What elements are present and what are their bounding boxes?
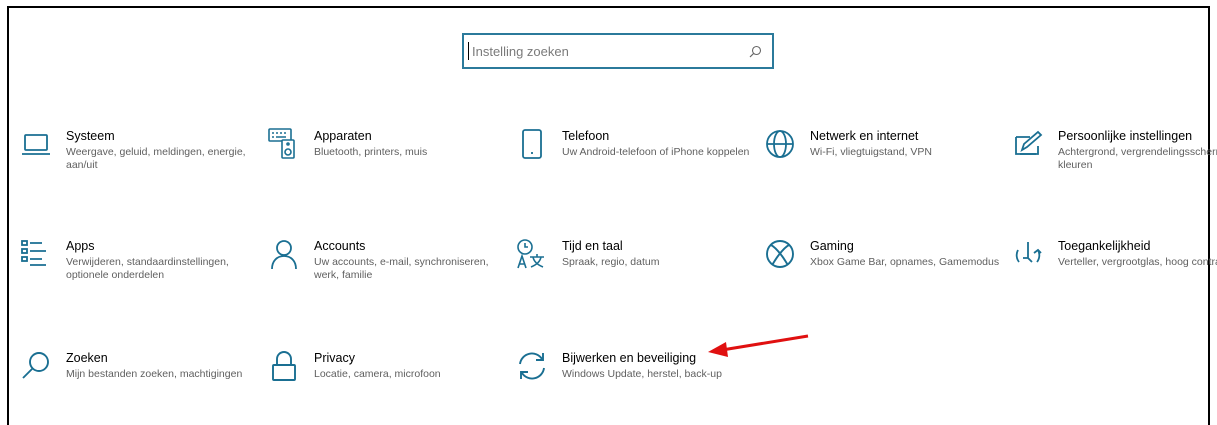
tile-title: Zoeken xyxy=(66,351,108,365)
tile-description: Locatie, camera, microfoon xyxy=(314,368,441,380)
update-sync-icon xyxy=(516,350,550,384)
tile-description: Achtergrond, vergrendelingsscherm, kleur… xyxy=(1058,146,1217,171)
tile-title: Systeem xyxy=(66,129,115,143)
search-icon[interactable] xyxy=(748,44,762,58)
tile-title: Accounts xyxy=(314,239,366,253)
tile-description: Wi-Fi, vliegtuigstand, VPN xyxy=(810,146,932,158)
tile-title: Tijd en taal xyxy=(562,239,623,253)
apps-list-icon xyxy=(20,238,54,272)
tile-title: Gaming xyxy=(810,239,854,253)
tile-description: Verteller, vergrootglas, hoog contrast xyxy=(1058,256,1217,268)
devices-icon xyxy=(268,128,302,162)
tile-description: Windows Update, herstel, back-up xyxy=(562,368,722,380)
time-language-icon xyxy=(516,238,550,272)
tile-title: Toegankelijkheid xyxy=(1058,239,1151,253)
xbox-icon xyxy=(764,238,798,272)
globe-icon xyxy=(764,128,798,162)
red-arrow-icon xyxy=(700,330,820,365)
phone-icon xyxy=(516,128,550,162)
search-input[interactable] xyxy=(470,42,748,60)
tile-title: Apparaten xyxy=(314,129,372,143)
search-icon xyxy=(20,350,54,384)
tile-title: Privacy xyxy=(314,351,355,365)
tile-description: Uw Android-telefoon of iPhone koppelen xyxy=(562,146,750,158)
tile-description: Xbox Game Bar, opnames, Gamemodus xyxy=(810,256,1000,268)
tile-title: Apps xyxy=(66,239,95,253)
tile-description: Spraak, regio, datum xyxy=(562,256,660,268)
tile-description: Bluetooth, printers, muis xyxy=(314,146,428,158)
text-caret xyxy=(468,42,469,60)
tile-title: Netwerk en internet xyxy=(810,129,919,143)
tile-title: Telefoon xyxy=(562,129,610,143)
personalization-icon xyxy=(1012,128,1046,162)
tile-description: Mijn bestanden zoeken, machtigingen xyxy=(66,368,243,380)
search-box[interactable] xyxy=(462,33,774,69)
tile-description: Weergave, geluid, meldingen, energie, aa… xyxy=(66,146,246,171)
tile-title: Persoonlijke instellingen xyxy=(1058,129,1193,143)
laptop-icon xyxy=(20,128,54,162)
tile-description: Verwijderen, standaardinstellingen, opti… xyxy=(66,256,229,281)
lock-icon xyxy=(268,350,302,384)
tile-description: Uw accounts, e-mail, synchroniseren, wer… xyxy=(314,256,489,281)
accessibility-icon xyxy=(1012,238,1046,272)
person-icon xyxy=(268,238,302,272)
